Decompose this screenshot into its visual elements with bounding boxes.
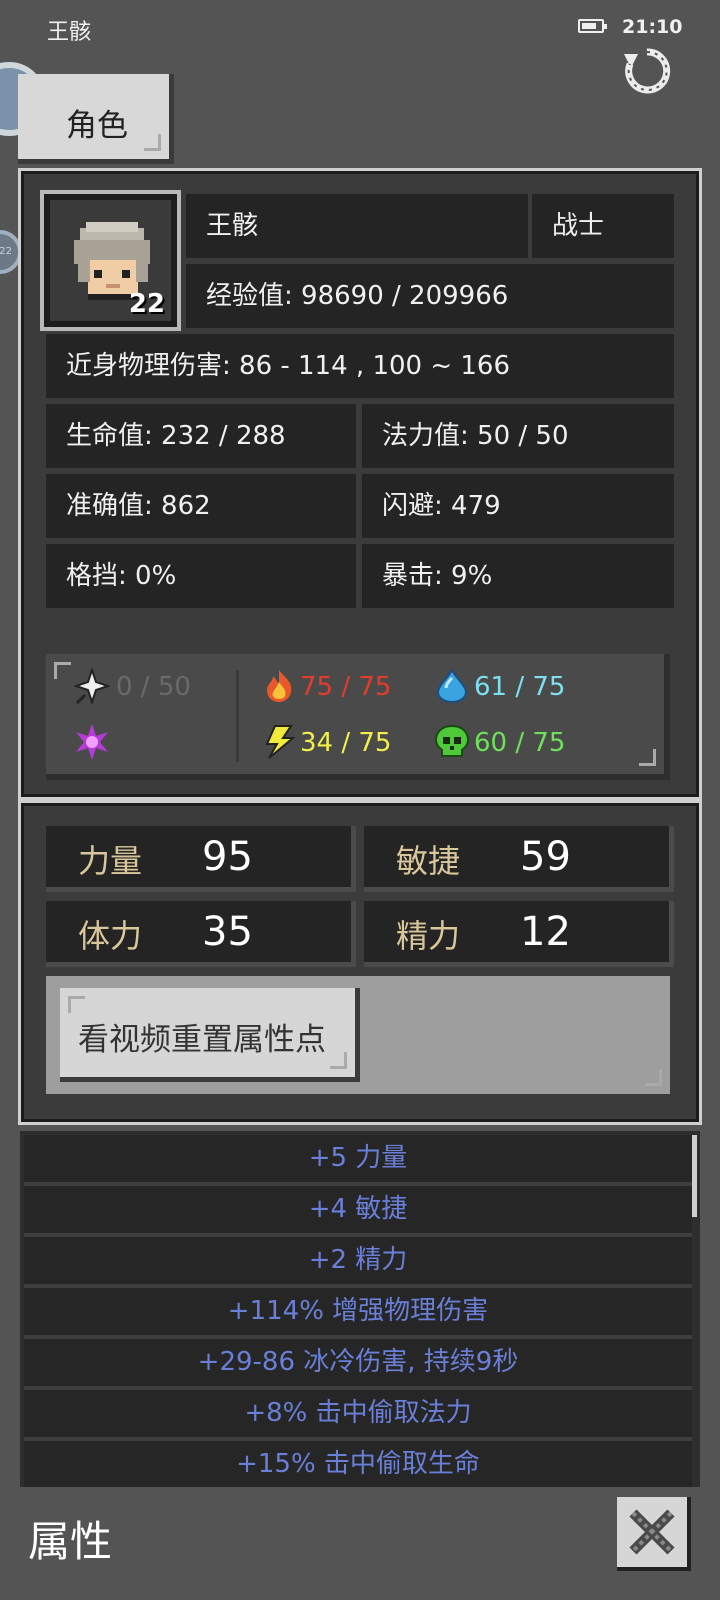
attribute-stamina: 体力 35	[46, 901, 356, 967]
close-button[interactable]	[617, 1497, 691, 1571]
attribute-agility: 敏捷 59	[364, 826, 674, 892]
attribute-agility-value: 59	[520, 834, 571, 880]
block-value: 格挡: 0%	[46, 544, 356, 608]
status-bar-time: 21:10	[622, 16, 683, 38]
water-drop-icon	[436, 668, 468, 704]
list-item: +4 敏捷	[24, 1186, 692, 1237]
arcane-star-icon	[76, 724, 108, 760]
lightning-resist-value: 34 / 75	[300, 728, 392, 758]
attribute-strength-value: 95	[202, 834, 253, 880]
page-title: 属性	[28, 1517, 113, 1566]
battery-icon	[578, 19, 607, 33]
list-item: +8% 击中偷取法力	[24, 1390, 692, 1441]
list-item: +29-86 冰冷伤害, 持续9秒	[24, 1339, 692, 1390]
attribute-energy-label: 精力	[396, 917, 461, 955]
poison-skull-icon	[434, 724, 470, 757]
attribute-strength-label: 力量	[78, 842, 143, 880]
close-icon	[629, 1509, 675, 1555]
attribute-strength: 力量 95	[46, 826, 356, 892]
character-class: 战士	[532, 194, 674, 258]
attribute-energy-value: 12	[520, 909, 571, 955]
bonus-list[interactable]: +5 力量 +4 敏捷 +2 精力 +114% 增强物理伤害 +29-86 冰冷…	[20, 1131, 700, 1487]
list-item: +2 精力	[24, 1237, 692, 1288]
list-item: +114% 增强物理伤害	[24, 1288, 692, 1339]
tab-character[interactable]: 角色	[18, 74, 174, 164]
attribute-stamina-label: 体力	[78, 917, 143, 955]
level-badge: 22	[128, 289, 165, 319]
reset-attributes-label: 看视频重置属性点	[78, 1022, 326, 1058]
bonus-list-scrollbar[interactable]	[692, 1135, 697, 1217]
poison-resist-value: 60 / 75	[474, 728, 566, 758]
attribute-energy: 精力 12	[364, 901, 674, 967]
status-bar-title: 王骸	[47, 20, 92, 45]
melee-damage: 近身物理伤害: 86 - 114 , 100 ~ 166	[46, 334, 674, 398]
character-portrait: 22	[40, 190, 181, 331]
fire-icon	[267, 670, 292, 702]
hp-value: 生命值: 232 / 288	[46, 404, 356, 468]
attribute-stamina-value: 35	[202, 909, 253, 955]
reset-attributes-button[interactable]: 看视频重置属性点	[60, 988, 360, 1082]
shuriken-icon	[74, 668, 110, 704]
attribute-agility-label: 敏捷	[396, 842, 461, 880]
lightning-icon	[265, 725, 296, 759]
dodge-value: 闪避: 479	[362, 474, 674, 538]
fire-resist-value: 75 / 75	[300, 672, 392, 702]
accuracy-value: 准确值: 862	[46, 474, 356, 538]
list-item: +5 力量	[24, 1135, 692, 1186]
resistance-panel: 0 / 50 75 / 75 61 / 75 34 / 75 60 / 75	[46, 654, 670, 780]
cold-resist-value: 61 / 75	[474, 672, 566, 702]
character-name: 王骸	[186, 194, 528, 258]
refresh-icon[interactable]	[622, 46, 672, 96]
physical-resist-value: 0 / 50	[116, 672, 191, 702]
crit-value: 暴击: 9%	[362, 544, 674, 608]
mp-value: 法力值: 50 / 50	[362, 404, 674, 468]
experience-value: 经验值: 98690 / 209966	[186, 264, 674, 328]
list-item: +15% 击中偷取生命	[24, 1441, 692, 1487]
tab-character-label: 角色	[66, 108, 128, 144]
